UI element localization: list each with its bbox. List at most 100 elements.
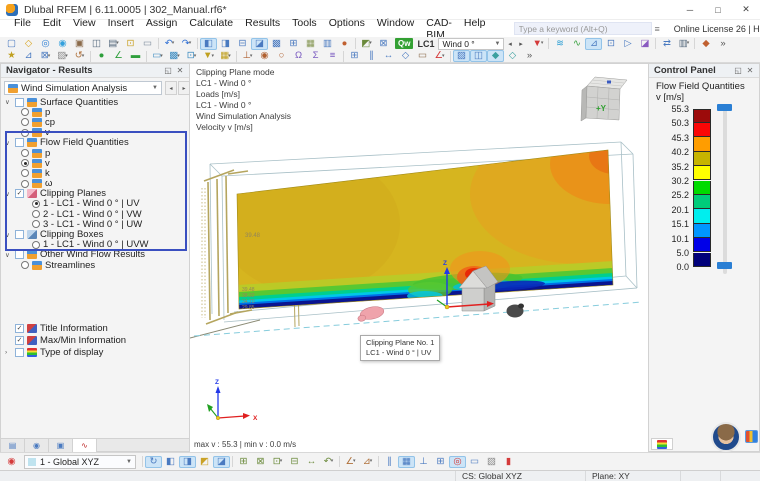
tree-radio[interactable]: [21, 159, 29, 167]
tree-checkbox[interactable]: [15, 98, 24, 107]
tree-item[interactable]: p: [1, 148, 188, 158]
cloud-models-button[interactable]: ◉: [54, 38, 71, 50]
line-button[interactable]: ∠: [110, 50, 127, 62]
user-avatar[interactable]: [711, 422, 741, 452]
graphics-viewport[interactable]: Clipping Plane modeLC1 - Wind 0 °Loads […: [190, 63, 648, 452]
snap-grid-button[interactable]: ▦: [398, 456, 415, 468]
tree-radio[interactable]: [32, 220, 40, 228]
plane-offset-button[interactable]: ⊿▾: [359, 456, 376, 468]
user-view-button[interactable]: ◩▾: [358, 38, 375, 50]
layers-button[interactable]: ▦: [302, 38, 319, 50]
load-case-combo[interactable]: Wind 0 °▼: [438, 38, 504, 50]
zoom-out-button[interactable]: ⊟: [286, 456, 303, 468]
snap-settings-button[interactable]: ◉: [3, 456, 20, 468]
nodal-load-button[interactable]: ▼▾: [200, 50, 217, 62]
tree-item[interactable]: p: [1, 107, 188, 117]
member-button[interactable]: ▬: [127, 50, 144, 62]
tree-item[interactable]: ∨Other Wind Flow Results: [1, 250, 188, 260]
chevron-expand-icon[interactable]: ∨: [5, 251, 15, 259]
display-panel-button[interactable]: ◪: [251, 38, 268, 50]
release-button[interactable]: ○: [273, 50, 290, 62]
tree-item[interactable]: ∨✓Clipping Planes: [1, 189, 188, 199]
scale-slider-track[interactable]: [723, 104, 727, 274]
scale-slider-handle-top[interactable]: [717, 104, 732, 111]
render-wireframe-button[interactable]: ◇: [504, 50, 521, 62]
tree-radio[interactable]: [32, 210, 40, 218]
section-button[interactable]: Ω: [290, 50, 307, 62]
tree-radio[interactable]: [32, 200, 40, 208]
option-checkbox[interactable]: [15, 348, 24, 357]
views-tab[interactable]: ▣: [49, 439, 73, 452]
tree-item[interactable]: Streamlines: [1, 260, 188, 270]
result-type-combo[interactable]: Wind Simulation Analysis▼: [4, 81, 162, 95]
comment-button[interactable]: ▭: [139, 38, 156, 50]
tree-item[interactable]: ∨Surface Quantities: [1, 97, 188, 107]
panel-settings-icon[interactable]: [745, 430, 758, 443]
close-panel-icon[interactable]: ✕: [174, 66, 186, 75]
select-button[interactable]: ⊿: [20, 50, 37, 62]
render-view-button[interactable]: ▩: [268, 38, 285, 50]
tree-item[interactable]: 3 - LC1 - Wind 0 ° | UW: [1, 219, 188, 229]
open-model-button[interactable]: ◇: [20, 38, 37, 50]
print-button[interactable]: ▤▾: [105, 38, 122, 50]
coordinate-system-button[interactable]: ⊞: [346, 50, 363, 62]
tree-radio[interactable]: [21, 108, 29, 116]
tree-radio[interactable]: [21, 149, 29, 157]
report-button[interactable]: ▥: [319, 38, 336, 50]
next-load-case-button[interactable]: ▸: [515, 38, 526, 50]
measure-button[interactable]: ∠▾: [431, 50, 448, 62]
chevron-expand-icon[interactable]: ∨: [5, 231, 15, 239]
graphic-window-button[interactable]: ⊞: [285, 38, 302, 50]
visibility-tab[interactable]: ◉: [25, 439, 49, 452]
overflow-top-button[interactable]: »: [714, 38, 731, 50]
display-option[interactable]: ✓Max/Min Information: [1, 334, 189, 346]
node-button[interactable]: ●: [93, 50, 110, 62]
tree-radio[interactable]: [21, 180, 29, 188]
velocity-clipping-plane[interactable]: [220, 124, 648, 314]
save-button[interactable]: ◫: [88, 38, 105, 50]
box-zoom-button[interactable]: ⊠: [375, 38, 392, 50]
tree-radio[interactable]: [32, 241, 40, 249]
previous-load-case-button[interactable]: ◂: [504, 38, 515, 50]
section-view-button[interactable]: ⊟: [234, 38, 251, 50]
tree-checkbox[interactable]: [15, 230, 24, 239]
keyword-search-input[interactable]: [514, 22, 652, 35]
redo-button[interactable]: ↷▾: [178, 38, 195, 50]
tree-radio[interactable]: [21, 261, 29, 269]
undo-button[interactable]: ↶▾: [161, 38, 178, 50]
filter-loads-button[interactable]: ▼▾: [529, 38, 546, 50]
close-button[interactable]: ✕: [732, 0, 760, 19]
chevron-expand-icon[interactable]: ∨: [5, 139, 15, 147]
chevron-expand-icon[interactable]: ∨: [5, 190, 15, 198]
search-filter-icon[interactable]: ≡: [655, 24, 660, 34]
streamlines-toggle-button[interactable]: ∿: [568, 38, 585, 50]
deselect-button[interactable]: ▧▾: [54, 50, 71, 62]
last-selection-button[interactable]: ↺▾: [71, 50, 88, 62]
chevron-right-icon[interactable]: ›: [5, 349, 15, 356]
material-button[interactable]: Σ: [307, 50, 324, 62]
support-button[interactable]: ⊥▾: [239, 50, 256, 62]
config-manager-button[interactable]: ◆: [697, 38, 714, 50]
view-isometric-button[interactable]: ◪: [213, 456, 230, 468]
copy-graphic-button[interactable]: ⊡: [122, 38, 139, 50]
tree-radio[interactable]: [21, 169, 29, 177]
visibility-ball-button[interactable]: ●: [336, 38, 353, 50]
tree-item[interactable]: 2 - LC1 - Wind 0 ° | VW: [1, 209, 188, 219]
combo-next-button[interactable]: ▸: [178, 81, 190, 95]
background-layer-button[interactable]: ▮: [500, 456, 517, 468]
clip-results-button[interactable]: ◪: [636, 38, 653, 50]
pan-view-button[interactable]: ↔: [303, 456, 320, 468]
tree-item[interactable]: k: [1, 168, 188, 178]
surface-button[interactable]: ▭▾: [149, 50, 166, 62]
tree-item[interactable]: v: [1, 128, 188, 138]
text-comment-button[interactable]: ▭: [414, 50, 431, 62]
tree-item[interactable]: ∨Clipping Boxes: [1, 229, 188, 239]
combo-prev-button[interactable]: ◂: [165, 81, 177, 95]
ortho-mode-button[interactable]: ⊥: [415, 456, 432, 468]
navigator-panel-button[interactable]: ◧: [200, 38, 217, 50]
dxf-underlay-button[interactable]: ▧: [483, 456, 500, 468]
solid-button[interactable]: ▩▾: [166, 50, 183, 62]
dimension-button[interactable]: ↔: [380, 50, 397, 62]
favorites-button[interactable]: ★: [3, 50, 20, 62]
zoom-all-button[interactable]: ⊠: [252, 456, 269, 468]
